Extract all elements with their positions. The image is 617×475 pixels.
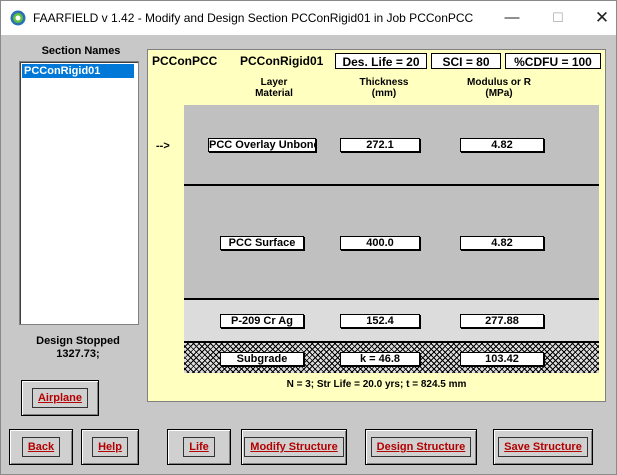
app-window: FAARFIELD v 1.42 - Modify and Design Sec…	[0, 0, 617, 475]
sci-box: SCI = 80	[431, 53, 501, 69]
layer-material-cell[interactable]: PCC Overlay Unbond	[208, 138, 316, 152]
back-button-label: Back	[21, 437, 61, 457]
col-layer-line1: Layer	[260, 77, 288, 88]
modify-structure-label: Modify Structure	[244, 437, 344, 457]
window-title: FAARFIELD v 1.42 - Modify and Design Sec…	[33, 11, 474, 25]
status-value: 1327.73;	[56, 348, 100, 360]
save-structure-label: Save Structure	[498, 437, 588, 457]
life-button-label: Life	[183, 437, 215, 457]
job-name: PCConPCC	[152, 54, 218, 68]
design-structure-label: Design Structure	[370, 437, 472, 457]
help-button[interactable]: Help	[81, 429, 139, 465]
layer-modulus-cell[interactable]: 277.88	[460, 314, 544, 328]
layer-modulus-cell[interactable]: 4.82	[460, 236, 544, 250]
section-names-list[interactable]: PCConRigid01	[19, 61, 139, 325]
design-life-box: Des. Life = 20	[335, 53, 427, 69]
modify-structure-button[interactable]: Modify Structure	[241, 429, 347, 465]
airplane-button-label: Airplane	[31, 388, 88, 408]
layer-thickness-cell[interactable]: 152.4	[340, 314, 420, 328]
status-line-1: Design Stopped	[36, 335, 120, 347]
col-thickness-line2: (mm)	[371, 88, 397, 99]
help-button-label: Help	[92, 437, 128, 457]
col-layer-material: Layer Material	[234, 77, 314, 99]
back-button[interactable]: Back	[9, 429, 73, 465]
title-bar: FAARFIELD v 1.42 - Modify and Design Sec…	[1, 1, 616, 35]
subgrade-k-value-cell[interactable]: k = 46.8	[340, 352, 420, 366]
layer-thickness-cell[interactable]: 400.0	[340, 236, 420, 250]
save-structure-button[interactable]: Save Structure	[493, 429, 593, 465]
layer-modulus-cell[interactable]: 103.42	[460, 352, 544, 366]
life-button[interactable]: Life	[167, 429, 231, 465]
faarfield-app-icon	[10, 10, 26, 26]
structure-summary: N = 3; Str Life = 20.0 yrs; t = 824.5 mm	[286, 379, 467, 390]
col-modulus: Modulus or R (MPa)	[454, 77, 544, 99]
layer-material-cell[interactable]: Subgrade	[220, 352, 304, 366]
layer-thickness-cell[interactable]: 272.1	[340, 138, 420, 152]
current-layer-arrow: -->	[156, 140, 170, 152]
layer-material-cell[interactable]: P-209 Cr Ag	[220, 314, 304, 328]
client-area: Section Names PCConRigid01 Design Stoppe…	[1, 35, 616, 474]
layer-modulus-cell[interactable]: 4.82	[460, 138, 544, 152]
structure-panel: PCConPCC PCConRigid01 Des. Life = 20 SCI…	[147, 49, 606, 402]
close-button[interactable]: ✕	[587, 7, 617, 29]
col-thickness-line1: Thickness	[359, 77, 409, 88]
airplane-button[interactable]: Airplane	[21, 380, 99, 416]
col-layer-line2: Material	[255, 88, 293, 99]
section-list-item[interactable]: PCConRigid01	[22, 64, 134, 78]
design-status: Design Stopped 1327.73;	[21, 335, 135, 367]
col-modulus-line1: Modulus or R	[467, 77, 531, 88]
cdfu-box: %CDFU = 100	[505, 53, 601, 69]
section-name: PCConRigid01	[240, 54, 324, 68]
maximize-button[interactable]: ☐	[543, 7, 573, 29]
minimize-button[interactable]: —	[497, 7, 527, 29]
layer-material-cell[interactable]: PCC Surface	[220, 236, 304, 250]
design-structure-button[interactable]: Design Structure	[365, 429, 477, 465]
col-thickness: Thickness (mm)	[344, 77, 424, 99]
section-names-label: Section Names	[41, 45, 121, 57]
col-modulus-line2: (MPa)	[485, 88, 513, 99]
